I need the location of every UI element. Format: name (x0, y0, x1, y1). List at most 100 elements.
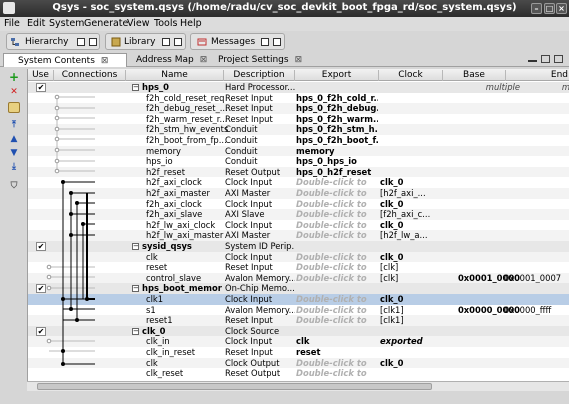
export-cell[interactable]: Double-click to (296, 305, 378, 316)
export-cell[interactable]: Double-click to (296, 177, 378, 188)
add-icon[interactable]: + (8, 71, 20, 83)
interface-row[interactable]: clk_in Clock Input clk exported (28, 336, 569, 347)
move-bottom-icon[interactable]: ⤓ (8, 162, 20, 173)
export-cell[interactable]: Double-click to (296, 368, 378, 379)
interface-row[interactable]: hps_io Conduit hps_0_hps_io (28, 156, 569, 167)
collapse-icon[interactable]: − (132, 327, 139, 335)
interface-row[interactable]: clk Clock Input Double-click to clk_0 (28, 251, 569, 263)
export-cell[interactable]: hps_0_f2h_debug... (296, 103, 378, 114)
restore-icon[interactable] (261, 38, 269, 46)
clock-cell[interactable]: [h2f_axi_... (380, 188, 442, 199)
export-cell[interactable]: Double-click to (296, 199, 378, 210)
remove-icon[interactable]: ✕ (8, 87, 20, 98)
export-cell[interactable]: Double-click to (296, 209, 378, 220)
close-tab-icon[interactable]: ⊠ (101, 56, 109, 66)
maximize-icon[interactable] (174, 38, 182, 46)
column-use[interactable]: Use (28, 70, 54, 81)
tab-system-contents[interactable]: System Contents ⊠ (3, 53, 127, 67)
interface-row[interactable]: clk Clock Output Double-click to clk_0 (28, 357, 569, 369)
clock-cell[interactable]: [clk] (380, 262, 442, 273)
menu-generate[interactable]: Generate (84, 18, 128, 29)
clock-cell[interactable]: clk_0 (380, 177, 442, 188)
interface-row[interactable]: h2f_lw_axi_clock Clock Input Double-click … (28, 220, 569, 231)
interface-row[interactable]: s1 Avalon Memory... Double-click to [clk1] 0… (28, 305, 569, 316)
interface-row[interactable]: h2f_axi_clock Clock Input Double-click to c… (28, 177, 569, 188)
export-cell[interactable]: Double-click to (296, 273, 378, 284)
restore-icon[interactable] (77, 38, 85, 46)
interface-row[interactable]: h2f_reset Reset Output hps_0_h2f_reset (28, 166, 569, 178)
export-cell[interactable]: memory (296, 146, 378, 157)
export-cell[interactable]: Double-click to (296, 262, 378, 273)
close-tab-icon[interactable]: ⊠ (200, 55, 208, 65)
menu-file[interactable]: File (4, 18, 20, 29)
close-tab-icon[interactable]: ⊠ (295, 55, 303, 65)
maximize-button[interactable]: □ (544, 3, 555, 14)
restore-icon[interactable] (162, 38, 170, 46)
column-export[interactable]: Export (295, 70, 379, 81)
collapse-icon[interactable]: − (132, 285, 139, 293)
clock-cell[interactable]: clk_0 (380, 358, 442, 369)
clock-cell[interactable]: exported (380, 336, 442, 347)
menu-view[interactable]: View (127, 18, 150, 29)
move-top-icon[interactable]: ⤒ (8, 120, 20, 131)
menu-tools[interactable]: Tools (154, 18, 177, 29)
export-cell[interactable]: Double-click to (296, 220, 378, 231)
column-base[interactable]: Base (443, 70, 506, 81)
minimize-button[interactable]: – (531, 3, 542, 14)
clock-cell[interactable]: [h2f_lw_a... (380, 230, 442, 241)
edit-icon[interactable] (8, 102, 20, 113)
export-cell[interactable]: Double-click to (296, 188, 378, 199)
maximize-panel-icon[interactable] (554, 55, 563, 63)
interface-row[interactable]: clk1 Clock Input Double-click to clk_0 (28, 294, 569, 305)
clock-cell[interactable]: clk_0 (380, 220, 442, 231)
export-cell[interactable]: hps_0_f2h_cold_r... (296, 93, 378, 104)
close-button[interactable]: × (556, 3, 567, 14)
maximize-icon[interactable] (273, 38, 281, 46)
horizontal-scrollbar[interactable] (27, 381, 569, 391)
export-cell[interactable]: hps_0_f2h_warm... (296, 114, 378, 125)
scrollbar-thumb[interactable] (37, 383, 432, 390)
clock-cell[interactable]: [f2h_axi_c... (380, 209, 442, 220)
interface-row[interactable]: f2h_warm_reset_r... Reset Input hps_0_f2h_… (28, 114, 569, 125)
interface-row[interactable]: h2f_lw_axi_master AXI Master Double-click … (28, 230, 569, 241)
collapse-icon[interactable]: − (132, 243, 139, 250)
component-row[interactable]: ✔ − hps_boot_memory On-Chip Memo... (28, 283, 569, 294)
interface-row[interactable]: f2h_stm_hw_events Conduit hps_0_f2h_stm_h.… (28, 124, 569, 135)
export-cell[interactable]: hps_0_h2f_reset (296, 167, 378, 178)
interface-row[interactable]: clk_reset Reset Output Double-click to (28, 368, 569, 379)
restore-panel-icon[interactable] (541, 55, 550, 63)
connections-diagram[interactable] (27, 81, 102, 381)
menu-help[interactable]: Help (180, 18, 202, 29)
export-cell[interactable]: hps_0_hps_io (296, 156, 378, 167)
export-cell[interactable]: Double-click to (296, 315, 378, 326)
column-end[interactable]: End (506, 70, 569, 81)
component-row[interactable]: ✔−hps_0Hard Processor...multiplem (28, 82, 569, 93)
library-panel-button[interactable]: Library (105, 33, 186, 50)
tab-project-settings[interactable]: Project Settings ⊠ (216, 53, 306, 67)
tab-address-map[interactable]: Address Map ⊠ (134, 53, 214, 67)
export-cell[interactable]: reset (296, 347, 378, 358)
menu-system[interactable]: System (49, 18, 84, 29)
component-row[interactable]: ✔ − sysid_qsys System ID Perip... (28, 241, 569, 252)
move-up-icon[interactable]: ▲ (8, 134, 20, 145)
menu-edit[interactable]: Edit (27, 18, 45, 29)
clock-cell[interactable]: [clk1] (380, 315, 442, 326)
column-name[interactable]: Name (126, 70, 224, 81)
interface-row[interactable]: clk_in_reset Reset Input reset (28, 347, 569, 358)
export-cell[interactable]: Double-click to (296, 294, 378, 305)
interface-row[interactable]: memory Conduit memory (28, 145, 569, 157)
interface-row[interactable]: control_slave Avalon Memory... Double-clic… (28, 272, 569, 284)
move-down-icon[interactable]: ▼ (8, 148, 20, 159)
column-description[interactable]: Description (224, 70, 295, 81)
filter-icon[interactable]: ⛉ (8, 181, 20, 192)
clock-cell[interactable]: clk_0 (380, 252, 442, 263)
interface-row[interactable]: f2h_cold_reset_req Reset Input hps_0_f2h_c… (28, 93, 569, 104)
export-cell[interactable]: Double-click to (296, 358, 378, 369)
export-cell[interactable]: hps_0_f2h_boot_f... (296, 135, 378, 146)
clock-cell[interactable]: [clk1] (380, 305, 442, 316)
interface-row[interactable]: f2h_boot_from_fp... Conduit hps_0_f2h_boot… (28, 135, 569, 146)
hierarchy-panel-button[interactable]: Hierarchy (6, 33, 100, 50)
messages-panel-button[interactable]: Messages (190, 33, 285, 50)
clock-cell[interactable]: [clk] (380, 273, 442, 284)
export-cell[interactable]: clk (296, 336, 378, 347)
